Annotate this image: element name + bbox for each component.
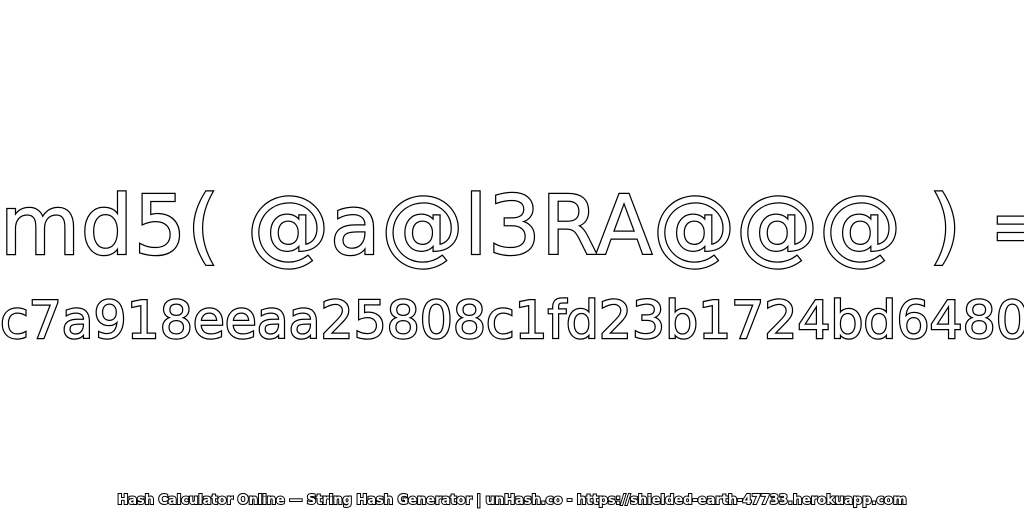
footer-credit: Hash Calculator Online — String Hash Gen…	[116, 492, 907, 509]
hash-image-canvas: md5( @a@l3RA@@@ ) = c7a918eeaa25808c1fd2…	[0, 0, 1024, 512]
md5-expression: md5( @a@l3RA@@@ ) =	[0, 178, 1024, 276]
md5-hash-value: c7a918eeaa25808c1fd23b1724bd6480	[0, 290, 1024, 353]
